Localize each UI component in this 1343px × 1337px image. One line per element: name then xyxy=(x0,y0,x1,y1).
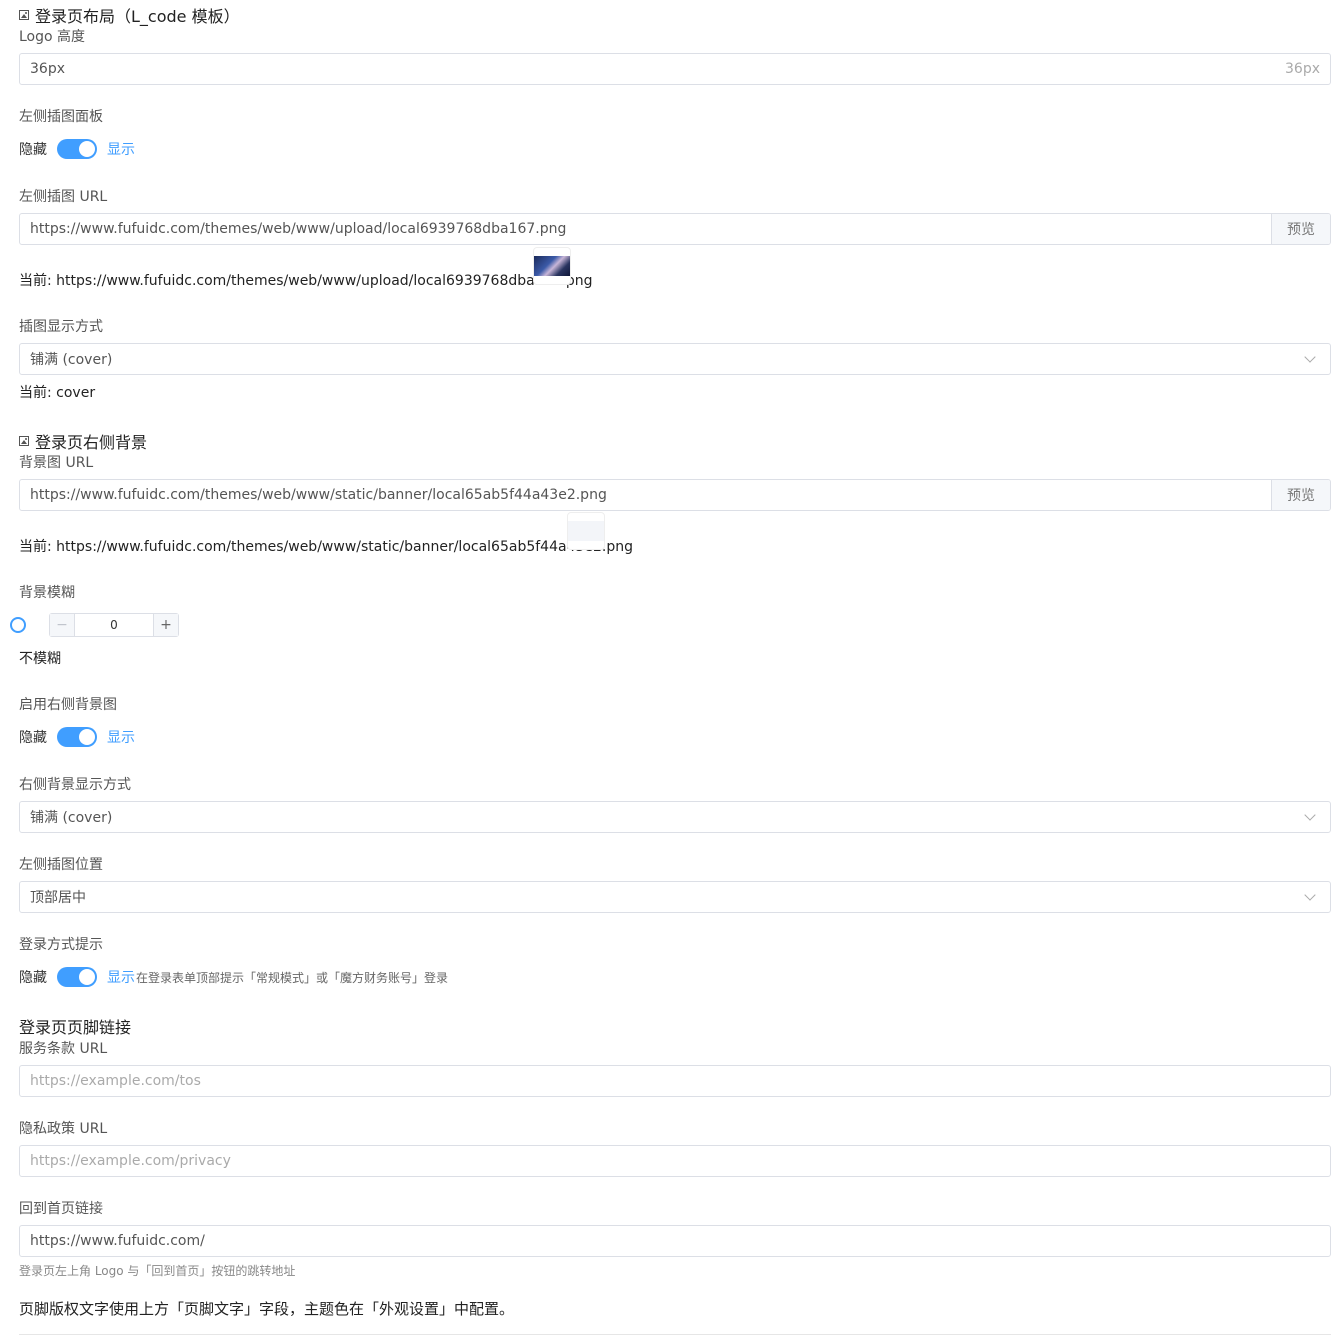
logo-height-input[interactable]: 36px 36px xyxy=(19,53,1331,85)
switch-on-text: 显示 xyxy=(107,970,135,986)
bg-current-text: 当前: https://www.fufuidc.com/themes/web/w… xyxy=(19,539,633,555)
blur-increase-button[interactable]: + xyxy=(153,614,178,636)
login-method-hint-label: 登录方式提示 xyxy=(19,937,103,953)
login-method-hint-description: 在登录表单顶部提示「常规模式」或「魔方财务账号」登录 xyxy=(136,970,449,985)
switch-off-text: 隐藏 xyxy=(19,730,47,746)
home-link-input[interactable]: https://www.fufuidc.com/ xyxy=(19,1225,1331,1257)
copyright-note: 页脚版权文字使用上方「页脚文字」字段，主题色在「外观设置」中配置。 xyxy=(19,1300,515,1318)
blur-label: 背景模糊 xyxy=(19,585,75,601)
toggle-knob xyxy=(79,141,95,157)
section-title-login-layout: 登录页布局（L_code 模板） xyxy=(19,3,240,27)
switch-on-text: 显示 xyxy=(107,142,135,158)
blur-value[interactable]: 0 xyxy=(75,614,153,636)
left-image-thumbnail[interactable] xyxy=(533,247,571,285)
switch-off-text: 隐藏 xyxy=(19,142,47,158)
image-display-mode-current: 当前: cover xyxy=(19,385,96,401)
chevron-down-icon xyxy=(1304,889,1316,901)
chevron-down-icon xyxy=(1304,809,1316,821)
section-title-footer-links: 登录页页脚链接 xyxy=(19,1018,132,1037)
chevron-down-icon xyxy=(1304,351,1316,363)
switch-off-text: 隐藏 xyxy=(19,970,47,986)
bg-preview-button[interactable]: 预览 xyxy=(1271,480,1330,510)
bg-thumbnail[interactable] xyxy=(567,512,605,550)
bg-url-label: 背景图 URL xyxy=(19,455,94,471)
blur-decrease-button[interactable]: − xyxy=(50,614,75,636)
left-image-thumbnail-picture xyxy=(534,256,570,276)
privacy-url-label: 隐私政策 URL xyxy=(19,1121,108,1137)
privacy-url-input[interactable]: https://example.com/privacy xyxy=(19,1145,1331,1177)
home-link-hint: 登录页左上角 Logo 与「回到首页」按钮的跳转地址 xyxy=(19,1264,296,1278)
left-image-preview-button[interactable]: 预览 xyxy=(1271,214,1330,244)
blur-radio[interactable] xyxy=(10,617,26,633)
toggle-knob xyxy=(79,729,95,745)
left-image-position-label: 左侧插图位置 xyxy=(19,857,103,873)
left-panel-toggle[interactable] xyxy=(57,139,97,159)
toggle-knob xyxy=(79,969,95,985)
image-display-mode-label: 插图显示方式 xyxy=(19,319,103,335)
blur-stepper[interactable]: − 0 + xyxy=(49,613,179,637)
blur-status-text: 不模糊 xyxy=(19,651,61,667)
logo-height-suffix: 36px xyxy=(1285,61,1320,77)
left-image-url-input[interactable]: https://www.fufuidc.com/themes/web/www/u… xyxy=(19,213,1331,245)
tos-url-label: 服务条款 URL xyxy=(19,1041,108,1057)
image-icon xyxy=(19,436,29,446)
left-image-position-select[interactable]: 顶部居中 xyxy=(19,881,1331,913)
home-link-label: 回到首页链接 xyxy=(19,1201,103,1217)
left-image-url-label: 左侧插图 URL xyxy=(19,189,108,205)
login-method-hint-switch-row: 隐藏 显示 在登录表单顶部提示「常规模式」或「魔方财务账号」登录 xyxy=(19,967,448,987)
enable-right-bg-toggle[interactable] xyxy=(57,727,97,747)
image-display-mode-select[interactable]: 铺满 (cover) xyxy=(19,343,1331,375)
right-bg-mode-select[interactable]: 铺满 (cover) xyxy=(19,801,1331,833)
left-image-current-text: 当前: https://www.fufuidc.com/themes/web/w… xyxy=(19,273,593,289)
bg-thumbnail-picture xyxy=(568,521,604,541)
bottom-divider xyxy=(19,1334,1331,1335)
section-title-right-background: 登录页右侧背景 xyxy=(19,429,147,453)
enable-right-bg-switch-row: 隐藏 显示 xyxy=(19,727,135,747)
login-method-hint-toggle[interactable] xyxy=(57,967,97,987)
right-bg-mode-label: 右侧背景显示方式 xyxy=(19,777,131,793)
left-panel-label: 左侧插图面板 xyxy=(19,109,103,125)
logo-height-label: Logo 高度 xyxy=(19,29,86,45)
image-icon xyxy=(19,10,29,20)
left-panel-switch-row: 隐藏 显示 xyxy=(19,139,135,159)
enable-right-bg-label: 启用右侧背景图 xyxy=(19,697,117,713)
bg-url-input[interactable]: https://www.fufuidc.com/themes/web/www/s… xyxy=(19,479,1331,511)
switch-on-text: 显示 xyxy=(107,730,135,746)
tos-url-input[interactable]: https://example.com/tos xyxy=(19,1065,1331,1097)
